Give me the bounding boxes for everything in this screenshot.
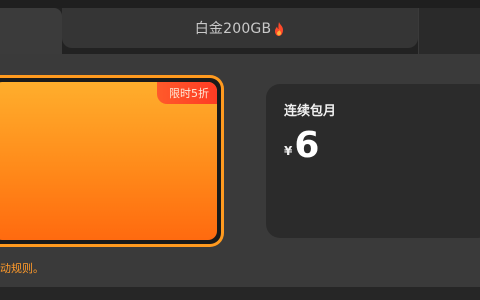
tab-platinum-label: 白金200GB: [194, 21, 272, 37]
tab-right[interactable]: [418, 8, 480, 54]
tab-platinum-200gb[interactable]: 白金200GB: [62, 8, 418, 48]
discount-badge: 限时5折: [157, 82, 217, 104]
plan-card-monthly[interactable]: 连续包月 ¥ 6: [266, 84, 480, 238]
plan-card-selected[interactable]: 限时5折: [0, 75, 224, 247]
price-value: 6: [294, 125, 320, 166]
rules-link[interactable]: 动规则。: [0, 260, 44, 276]
flame-icon: [273, 21, 285, 36]
currency-symbol: ¥: [284, 144, 293, 158]
tab-left[interactable]: [0, 8, 62, 54]
plan-card-selected-border: 限时5折: [0, 78, 221, 244]
price-row: ¥ 6: [284, 128, 319, 170]
plan-name: 连续包月: [284, 104, 337, 119]
plan-card-selected-body: 限时5折: [0, 82, 217, 240]
bottom-strip: [0, 287, 480, 300]
subscription-screen: 白金200GB 限时5折 连续包月 ¥ 6 动规则。: [0, 0, 480, 300]
top-strip: [0, 0, 480, 8]
